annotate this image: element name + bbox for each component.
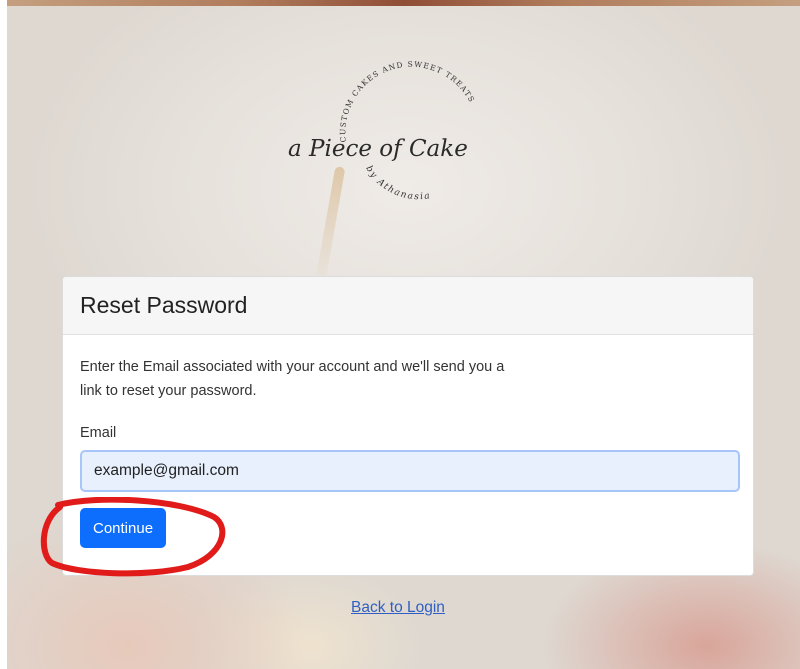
svg-text:by Athanasia: by Athanasia bbox=[363, 164, 432, 202]
brand-logo: CUSTOM CAKES AND SWEET TREATS a Piece of… bbox=[286, 40, 536, 220]
email-input[interactable] bbox=[80, 450, 740, 492]
logo-brand-name: a Piece of Cake bbox=[288, 136, 468, 162]
svg-text:CUSTOM CAKES AND SWEET TREATS: CUSTOM CAKES AND SWEET TREATS bbox=[338, 60, 476, 143]
logo-byline: by Athanasia bbox=[363, 164, 430, 202]
logo-arc-text: CUSTOM CAKES AND SWEET TREATS bbox=[338, 60, 475, 143]
continue-button[interactable]: Continue bbox=[80, 508, 167, 548]
email-label: Email bbox=[80, 425, 117, 441]
card-body: Enter the Email associated with your acc… bbox=[63, 335, 753, 548]
instructions-text: Enter the Email associated with your acc… bbox=[80, 359, 505, 399]
card-header: Reset Password bbox=[63, 277, 753, 335]
reset-password-card: Reset Password Enter the Email associate… bbox=[62, 276, 754, 576]
page-title: Reset Password bbox=[80, 292, 248, 318]
back-to-login-link[interactable]: Back to Login bbox=[351, 599, 445, 617]
